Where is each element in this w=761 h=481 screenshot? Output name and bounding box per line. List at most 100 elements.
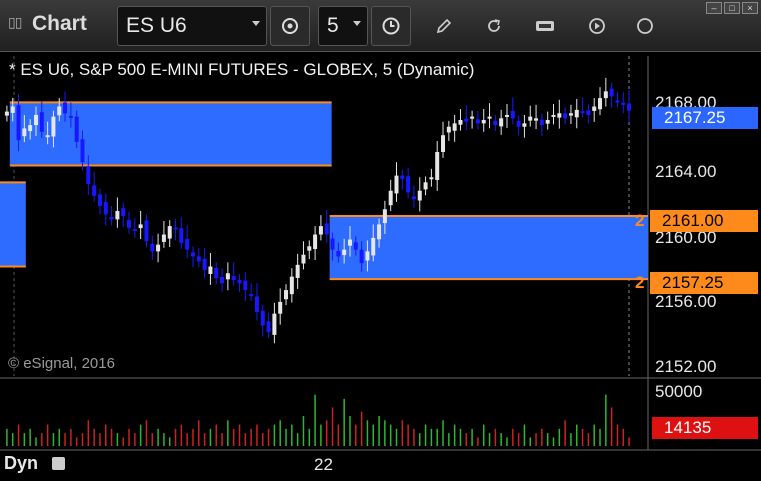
candle-body — [324, 223, 329, 235]
candle-body — [10, 106, 15, 113]
candle-body — [127, 220, 132, 228]
candle-body — [371, 237, 376, 256]
candle-body — [231, 275, 236, 280]
candle-body — [446, 126, 451, 133]
candle-body — [458, 120, 463, 125]
volume-tick: 50000 — [655, 382, 703, 401]
level-count: 2 — [635, 273, 645, 292]
candle-body — [51, 116, 56, 137]
candle-body — [621, 102, 626, 105]
candle-body — [574, 109, 579, 118]
candle-body — [365, 251, 370, 261]
candle-body — [249, 294, 254, 297]
volume-tag: 14135 — [652, 417, 758, 439]
candle-body — [86, 166, 91, 184]
candle-body — [522, 123, 527, 127]
price-tick: 2152.00 — [655, 357, 717, 376]
candle-body — [185, 238, 190, 250]
price-tick: 2164.00 — [655, 162, 717, 181]
candle-body — [487, 116, 492, 119]
candle-body — [411, 196, 416, 200]
candle-body — [28, 125, 33, 132]
candle-body — [539, 119, 544, 126]
x-axis-label: 22 — [314, 455, 333, 474]
candle-body — [16, 105, 21, 141]
lock-icon[interactable] — [52, 457, 65, 470]
candle-body — [173, 227, 178, 230]
candle-body — [475, 119, 480, 124]
candle-body — [435, 152, 440, 180]
candle-body — [347, 239, 352, 246]
candle-body — [132, 229, 137, 232]
candle-body — [150, 243, 155, 252]
candle-body — [167, 226, 172, 239]
candle-body — [109, 217, 114, 220]
candle-body — [481, 120, 486, 124]
candle-body — [336, 251, 341, 257]
candle-body — [441, 135, 446, 152]
candle-body — [516, 121, 521, 127]
candle-body — [627, 103, 632, 111]
candle-body — [22, 128, 27, 137]
chart-title: * ES U6, S&P 500 E-MINI FUTURES - GLOBEX… — [9, 60, 475, 79]
candle-body — [156, 244, 161, 252]
candle-body — [452, 123, 457, 131]
candle-body — [97, 194, 102, 206]
candle-body — [504, 114, 509, 117]
candle-body — [68, 115, 73, 118]
candle-body — [313, 234, 318, 250]
candle-body — [237, 280, 242, 284]
candle-body — [214, 267, 219, 279]
candle-body — [254, 296, 259, 312]
candle-body — [609, 88, 614, 97]
candle-body — [557, 113, 562, 118]
candle-body — [63, 102, 68, 114]
candle-body — [423, 182, 428, 190]
candle-body — [33, 114, 38, 126]
candle-body — [138, 224, 143, 229]
candle-body — [493, 120, 498, 126]
candle-body — [225, 273, 230, 280]
candle-body — [307, 246, 312, 251]
dynamic-status[interactable]: Dyn — [4, 453, 38, 474]
candle-body — [318, 226, 323, 235]
copyright: © eSignal, 2016 — [8, 355, 115, 372]
candle-body — [382, 209, 387, 224]
price-tick: 2156.00 — [655, 292, 717, 311]
candle-body — [220, 276, 225, 284]
candle-body — [377, 224, 382, 240]
candle-body — [121, 208, 126, 216]
candle-body — [260, 310, 265, 326]
candle-body — [534, 118, 539, 121]
candle-body — [464, 118, 469, 122]
candle-body — [394, 175, 399, 194]
candle-body — [57, 106, 62, 116]
level-price-tag[interactable]: 2161.00 — [650, 210, 758, 232]
candle-body — [284, 290, 289, 300]
candle-body — [330, 238, 335, 250]
candle-body — [45, 135, 50, 138]
candle-body — [586, 110, 591, 115]
candle-body — [388, 190, 393, 206]
zone-rect — [0, 182, 26, 267]
candle-body — [592, 106, 597, 111]
level-price-tag[interactable]: 2157.25 — [650, 272, 758, 294]
candle-body — [528, 116, 533, 121]
candle-body — [243, 280, 248, 291]
candle-body — [615, 100, 620, 103]
candle-body — [190, 252, 195, 257]
candle-body — [115, 210, 120, 220]
candle-body — [208, 266, 213, 274]
candle-body — [429, 177, 434, 180]
candle-body — [470, 116, 475, 119]
candle-body — [406, 176, 411, 193]
candle-body — [202, 258, 207, 270]
candle-body — [603, 91, 608, 99]
candle-body — [92, 185, 97, 196]
candle-body — [144, 220, 149, 242]
candle-body — [74, 116, 79, 142]
candle-body — [359, 249, 364, 264]
candle-body — [551, 114, 556, 117]
candle-body — [196, 256, 201, 262]
candle-body — [545, 120, 550, 124]
